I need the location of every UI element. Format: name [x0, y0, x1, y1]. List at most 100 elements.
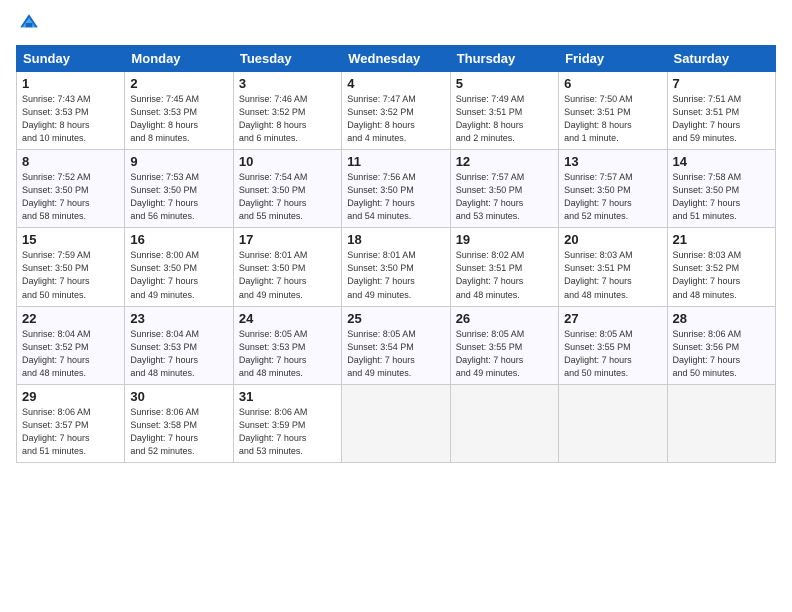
day-number: 18 — [347, 232, 444, 247]
calendar-cell: 30 Sunrise: 8:06 AMSunset: 3:58 PMDayligh… — [125, 384, 233, 462]
calendar-cell: 6 Sunrise: 7:50 AMSunset: 3:51 PMDaylight… — [559, 72, 667, 150]
calendar-cell — [342, 384, 450, 462]
calendar-cell: 29Sunrise: 8:06 AMSunset: 3:57 PMDayligh… — [17, 384, 125, 462]
day-number: 17 — [239, 232, 336, 247]
day-info: Sunrise: 7:47 AMSunset: 3:52 PMDaylight:… — [347, 94, 416, 143]
day-info: Sunrise: 7:43 AMSunset: 3:53 PMDaylight:… — [22, 94, 91, 143]
calendar-cell: 1 Sunrise: 7:43 AMSunset: 3:53 PMDaylight… — [17, 72, 125, 150]
day-number: 29 — [22, 389, 119, 404]
calendar-cell: 9 Sunrise: 7:53 AMSunset: 3:50 PMDaylight… — [125, 150, 233, 228]
day-info: Sunrise: 7:46 AMSunset: 3:52 PMDaylight:… — [239, 94, 308, 143]
calendar-cell: 3 Sunrise: 7:46 AMSunset: 3:52 PMDaylight… — [233, 72, 341, 150]
logo — [16, 12, 40, 39]
day-number: 24 — [239, 311, 336, 326]
day-info: Sunrise: 8:02 AMSunset: 3:51 PMDaylight:… — [456, 250, 525, 299]
day-info: Sunrise: 8:04 AMSunset: 3:52 PMDaylight:… — [22, 329, 91, 378]
day-number: 23 — [130, 311, 227, 326]
day-number: 9 — [130, 154, 227, 169]
page-container: SundayMondayTuesdayWednesdayThursdayFrid… — [0, 0, 792, 471]
day-info: Sunrise: 7:49 AMSunset: 3:51 PMDaylight:… — [456, 94, 525, 143]
calendar-cell: 17 Sunrise: 8:01 AMSunset: 3:50 PMDayligh… — [233, 228, 341, 306]
day-info: Sunrise: 8:05 AMSunset: 3:54 PMDaylight:… — [347, 329, 416, 378]
day-info: Sunrise: 7:58 AMSunset: 3:50 PMDaylight:… — [673, 172, 742, 221]
day-number: 22 — [22, 311, 119, 326]
calendar-cell — [667, 384, 775, 462]
day-number: 26 — [456, 311, 553, 326]
day-number: 21 — [673, 232, 770, 247]
day-info: Sunrise: 8:03 AMSunset: 3:52 PMDaylight:… — [673, 250, 742, 299]
calendar-cell: 28 Sunrise: 8:06 AMSunset: 3:56 PMDayligh… — [667, 306, 775, 384]
calendar-cell: 7 Sunrise: 7:51 AMSunset: 3:51 PMDaylight… — [667, 72, 775, 150]
col-header-thursday: Thursday — [450, 46, 558, 72]
calendar-cell: 15 Sunrise: 7:59 AMSunset: 3:50 PMDayligh… — [17, 228, 125, 306]
day-info: Sunrise: 7:57 AMSunset: 3:50 PMDaylight:… — [456, 172, 525, 221]
day-number: 10 — [239, 154, 336, 169]
calendar-cell — [450, 384, 558, 462]
calendar-cell — [559, 384, 667, 462]
day-info: Sunrise: 8:04 AMSunset: 3:53 PMDaylight:… — [130, 329, 199, 378]
day-number: 30 — [130, 389, 227, 404]
col-header-tuesday: Tuesday — [233, 46, 341, 72]
day-info: Sunrise: 8:03 AMSunset: 3:51 PMDaylight:… — [564, 250, 633, 299]
day-info: Sunrise: 8:06 AMSunset: 3:56 PMDaylight:… — [673, 329, 742, 378]
calendar-cell: 24Sunrise: 8:05 AMSunset: 3:53 PMDayligh… — [233, 306, 341, 384]
col-header-saturday: Saturday — [667, 46, 775, 72]
day-info: Sunrise: 7:45 AMSunset: 3:53 PMDaylight:… — [130, 94, 199, 143]
day-info: Sunrise: 7:54 AMSunset: 3:50 PMDaylight:… — [239, 172, 308, 221]
day-info: Sunrise: 8:01 AMSunset: 3:50 PMDaylight:… — [347, 250, 416, 299]
day-number: 27 — [564, 311, 661, 326]
day-number: 13 — [564, 154, 661, 169]
calendar-cell: 5 Sunrise: 7:49 AMSunset: 3:51 PMDaylight… — [450, 72, 558, 150]
day-info: Sunrise: 7:50 AMSunset: 3:51 PMDaylight:… — [564, 94, 633, 143]
day-info: Sunrise: 7:53 AMSunset: 3:50 PMDaylight:… — [130, 172, 199, 221]
calendar-cell: 23 Sunrise: 8:04 AMSunset: 3:53 PMDayligh… — [125, 306, 233, 384]
calendar-cell: 19 Sunrise: 8:02 AMSunset: 3:51 PMDayligh… — [450, 228, 558, 306]
calendar-cell: 31Sunrise: 8:06 AMSunset: 3:59 PMDayligh… — [233, 384, 341, 462]
header — [16, 12, 776, 39]
day-number: 8 — [22, 154, 119, 169]
day-info: Sunrise: 8:05 AMSunset: 3:55 PMDaylight:… — [456, 329, 525, 378]
calendar-cell: 25 Sunrise: 8:05 AMSunset: 3:54 PMDayligh… — [342, 306, 450, 384]
day-number: 11 — [347, 154, 444, 169]
day-info: Sunrise: 8:00 AMSunset: 3:50 PMDaylight:… — [130, 250, 199, 299]
calendar-cell: 21 Sunrise: 8:03 AMSunset: 3:52 PMDayligh… — [667, 228, 775, 306]
day-number: 16 — [130, 232, 227, 247]
day-number: 25 — [347, 311, 444, 326]
calendar-cell: 2 Sunrise: 7:45 AMSunset: 3:53 PMDaylight… — [125, 72, 233, 150]
col-header-sunday: Sunday — [17, 46, 125, 72]
calendar-cell: 16 Sunrise: 8:00 AMSunset: 3:50 PMDayligh… — [125, 228, 233, 306]
day-info: Sunrise: 8:01 AMSunset: 3:50 PMDaylight:… — [239, 250, 308, 299]
day-info: Sunrise: 7:59 AMSunset: 3:50 PMDaylight:… — [22, 250, 91, 299]
day-number: 1 — [22, 76, 119, 91]
day-info: Sunrise: 7:52 AMSunset: 3:50 PMDaylight:… — [22, 172, 91, 221]
col-header-monday: Monday — [125, 46, 233, 72]
calendar-cell: 10 Sunrise: 7:54 AMSunset: 3:50 PMDayligh… — [233, 150, 341, 228]
day-number: 5 — [456, 76, 553, 91]
day-number: 19 — [456, 232, 553, 247]
calendar-cell: 14 Sunrise: 7:58 AMSunset: 3:50 PMDayligh… — [667, 150, 775, 228]
day-info: Sunrise: 8:06 AMSunset: 3:58 PMDaylight:… — [130, 407, 199, 456]
calendar-cell: 12 Sunrise: 7:57 AMSunset: 3:50 PMDayligh… — [450, 150, 558, 228]
day-number: 31 — [239, 389, 336, 404]
calendar-cell: 4 Sunrise: 7:47 AMSunset: 3:52 PMDaylight… — [342, 72, 450, 150]
calendar-cell: 18 Sunrise: 8:01 AMSunset: 3:50 PMDayligh… — [342, 228, 450, 306]
day-number: 14 — [673, 154, 770, 169]
day-info: Sunrise: 7:51 AMSunset: 3:51 PMDaylight:… — [673, 94, 742, 143]
day-number: 7 — [673, 76, 770, 91]
col-header-wednesday: Wednesday — [342, 46, 450, 72]
day-number: 15 — [22, 232, 119, 247]
day-number: 28 — [673, 311, 770, 326]
calendar-cell: 13 Sunrise: 7:57 AMSunset: 3:50 PMDayligh… — [559, 150, 667, 228]
day-number: 3 — [239, 76, 336, 91]
col-header-friday: Friday — [559, 46, 667, 72]
calendar-cell: 8 Sunrise: 7:52 AMSunset: 3:50 PMDaylight… — [17, 150, 125, 228]
day-number: 4 — [347, 76, 444, 91]
day-info: Sunrise: 7:56 AMSunset: 3:50 PMDaylight:… — [347, 172, 416, 221]
calendar-cell: 26 Sunrise: 8:05 AMSunset: 3:55 PMDayligh… — [450, 306, 558, 384]
calendar-cell: 11 Sunrise: 7:56 AMSunset: 3:50 PMDayligh… — [342, 150, 450, 228]
calendar-cell: 27Sunrise: 8:05 AMSunset: 3:55 PMDayligh… — [559, 306, 667, 384]
day-info: Sunrise: 7:57 AMSunset: 3:50 PMDaylight:… — [564, 172, 633, 221]
day-number: 12 — [456, 154, 553, 169]
day-number: 6 — [564, 76, 661, 91]
day-number: 2 — [130, 76, 227, 91]
